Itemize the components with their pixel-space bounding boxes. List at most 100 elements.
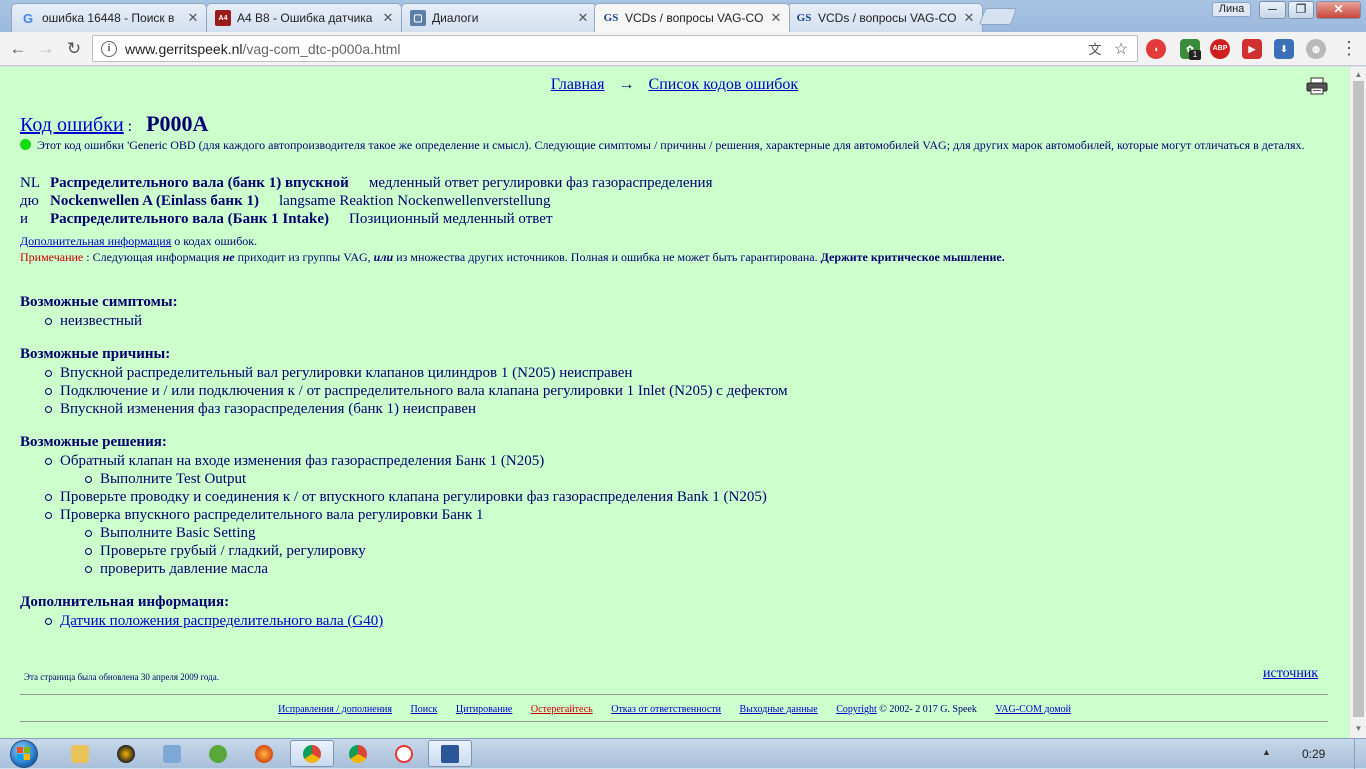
extra-info-heading: Дополнительная информация: <box>20 594 230 610</box>
list-item: Выполните Test Output <box>20 470 767 488</box>
list-item: Проверка впускного распределительного ва… <box>20 506 767 524</box>
description-row: NL Распределительного вала (банк 1) впус… <box>20 175 713 191</box>
clock[interactable]: 0:29 <box>1302 747 1325 761</box>
browser-toolbar: ← → ↻ i www.gerritspeek.nl/vag-com_dtc-p… <box>0 32 1366 66</box>
tab-vcds[interactable]: GS VCDs / вопросы VAG-CO ✕ <box>787 3 983 32</box>
list-item: Подключение и / или подключения к / от р… <box>20 382 788 400</box>
menu-icon[interactable]: ⋮ <box>1340 38 1358 58</box>
url-text[interactable]: www.gerritspeek.nl/vag-com_dtc-p000a.htm… <box>125 41 1085 57</box>
tray-expand-icon[interactable]: ▲ <box>1262 747 1271 757</box>
sound-taskbar-icon[interactable] <box>150 740 194 767</box>
disclaimer-note: Примечание : Следующая информация не при… <box>20 250 1005 264</box>
close-window-icon[interactable]: ✕ <box>1316 1 1361 19</box>
more-info-line: Дополнительная информация о кодах ошибок… <box>20 234 258 248</box>
audi-club-icon: A4 <box>215 10 231 26</box>
google-g-icon: G <box>22 10 34 26</box>
green-dot-icon <box>20 139 31 150</box>
globe-icon[interactable]: ◍ <box>1306 39 1326 59</box>
chrome-taskbar-icon[interactable] <box>336 740 380 767</box>
solutions-heading: Возможные решения: <box>20 434 167 450</box>
back-icon[interactable]: ← <box>6 37 30 61</box>
profile-button[interactable]: Лина <box>1212 2 1251 17</box>
camshaft-sensor-link[interactable]: Датчик положения распределительного вала… <box>60 613 383 629</box>
taskbar: ▲ 0:29 <box>0 738 1366 769</box>
description-row: дю Nockenwellen A (Einlass банк 1) langs… <box>20 193 551 209</box>
symptoms-list: неизвестный <box>20 312 142 330</box>
tab-title: ошибка 16448 - Поиск в <box>42 11 175 25</box>
list-item: проверить давление масла <box>20 560 767 578</box>
error-code: P000A <box>146 111 209 136</box>
list-item: Впускной изменения фаз газораспределения… <box>20 400 788 418</box>
close-tab-icon[interactable]: ✕ <box>381 10 395 26</box>
extension-badge: 1 <box>1189 50 1201 60</box>
new-tab-button[interactable] <box>978 8 1018 25</box>
description-row: и Распределительного вала (Банк 1 Intake… <box>20 211 553 227</box>
downloader-taskbar-icon[interactable] <box>196 740 240 767</box>
windows-flag-icon <box>17 747 30 760</box>
chrome-active-taskbar-icon[interactable] <box>290 740 334 767</box>
shield-extension-icon[interactable]: ◖ <box>1146 39 1166 59</box>
tab-google-search[interactable]: G ошибка 16448 - Поиск в ✕ <box>11 3 207 32</box>
tab-dialogs[interactable]: ▢ Диалоги ✕ <box>401 3 597 32</box>
copyright-link[interactable]: Copyright <box>836 704 877 715</box>
error-code-link[interactable]: Код ошибки <box>20 114 124 136</box>
yandex-taskbar-icon[interactable] <box>382 740 426 767</box>
corrections-link[interactable]: Исправления / дополнения <box>278 704 392 715</box>
printer-icon[interactable] <box>1306 77 1328 95</box>
gs-icon: GS <box>796 12 812 24</box>
media-extension-icon[interactable]: ▶ <box>1242 39 1262 59</box>
address-bar[interactable]: i www.gerritspeek.nl/vag-com_dtc-p000a.h… <box>92 35 1138 62</box>
show-desktop-button[interactable] <box>1354 739 1366 769</box>
page-title: Код ошибки: P000A <box>20 111 209 136</box>
tab-strip: G ошибка 16448 - Поиск в ✕ A4 A4 B8 - Ош… <box>0 0 1366 32</box>
tab-title: VCDs / вопросы VAG-CO <box>818 11 957 25</box>
adblock-icon[interactable]: ABP <box>1210 39 1230 59</box>
source-link[interactable]: источник <box>1263 666 1318 682</box>
symptoms-heading: Возможные симптомы: <box>20 294 178 310</box>
disclaimer-link[interactable]: Отказ от ответственности <box>611 704 721 715</box>
extra-info-list: Датчик положения распределительного вала… <box>20 612 383 630</box>
vertical-scrollbar[interactable]: ▲ ▼ <box>1349 67 1366 738</box>
home-link[interactable]: Главная <box>551 76 605 93</box>
more-info-link[interactable]: Дополнительная информация <box>20 234 171 248</box>
reload-icon[interactable]: ↻ <box>62 37 86 61</box>
forward-icon[interactable]: → <box>34 37 58 61</box>
media-player-taskbar-icon[interactable] <box>104 740 148 767</box>
scroll-down-icon[interactable]: ▼ <box>1353 724 1364 735</box>
list-item: Выполните Basic Setting <box>20 524 767 542</box>
close-tab-icon[interactable]: ✕ <box>962 10 976 26</box>
explorer-taskbar-icon[interactable] <box>58 740 102 767</box>
tab-title: VCDs / вопросы VAG-CO <box>625 11 764 25</box>
code-descriptions: NL Распределительного вала (банк 1) впус… <box>20 174 712 228</box>
firefox-taskbar-icon[interactable] <box>242 740 286 767</box>
bookmark-star-icon[interactable]: ☆ <box>1111 39 1131 59</box>
divider <box>20 694 1328 695</box>
site-info-icon[interactable]: i <box>101 40 117 57</box>
vag-com-home-link[interactable]: VAG-COM домой <box>995 704 1071 715</box>
causes-heading: Возможные причины: <box>20 346 171 362</box>
tab-vcds-active[interactable]: GS VCDs / вопросы VAG-CO ✕ <box>594 3 790 32</box>
breadcrumb: Главная → Список кодов ошибок <box>0 76 1349 94</box>
word-taskbar-icon[interactable] <box>428 740 472 767</box>
list-item: Проверьте грубый / гладкий, регулировку <box>20 542 767 560</box>
list-item: Обратный клапан на входе изменения фаз г… <box>20 452 767 470</box>
close-tab-icon[interactable]: ✕ <box>769 10 783 26</box>
citation-link[interactable]: Цитирование <box>456 704 512 715</box>
list-item: Датчик положения распределительного вала… <box>20 612 383 630</box>
scroll-thumb[interactable] <box>1353 81 1364 717</box>
code-list-link[interactable]: Список кодов ошибок <box>649 76 799 93</box>
web-page: Главная → Список кодов ошибок Код ошибки… <box>0 67 1366 738</box>
maximize-icon[interactable]: ❐ <box>1288 1 1314 19</box>
scroll-up-icon[interactable]: ▲ <box>1353 70 1364 81</box>
note-label: Примечание <box>20 250 84 264</box>
close-tab-icon[interactable]: ✕ <box>576 10 590 26</box>
beware-link[interactable]: Остерегайтесь <box>531 704 593 715</box>
download-icon[interactable]: ⬇ <box>1274 39 1294 59</box>
close-tab-icon[interactable]: ✕ <box>186 10 200 26</box>
imprint-link[interactable]: Выходные данные <box>740 704 818 715</box>
tab-audi-forum[interactable]: A4 A4 B8 - Ошибка датчика ✕ <box>206 3 402 32</box>
start-button[interactable] <box>6 739 42 769</box>
translate-icon[interactable]: 文 <box>1085 39 1105 58</box>
minimize-icon[interactable]: ─ <box>1259 1 1286 19</box>
search-link[interactable]: Поиск <box>411 704 438 715</box>
